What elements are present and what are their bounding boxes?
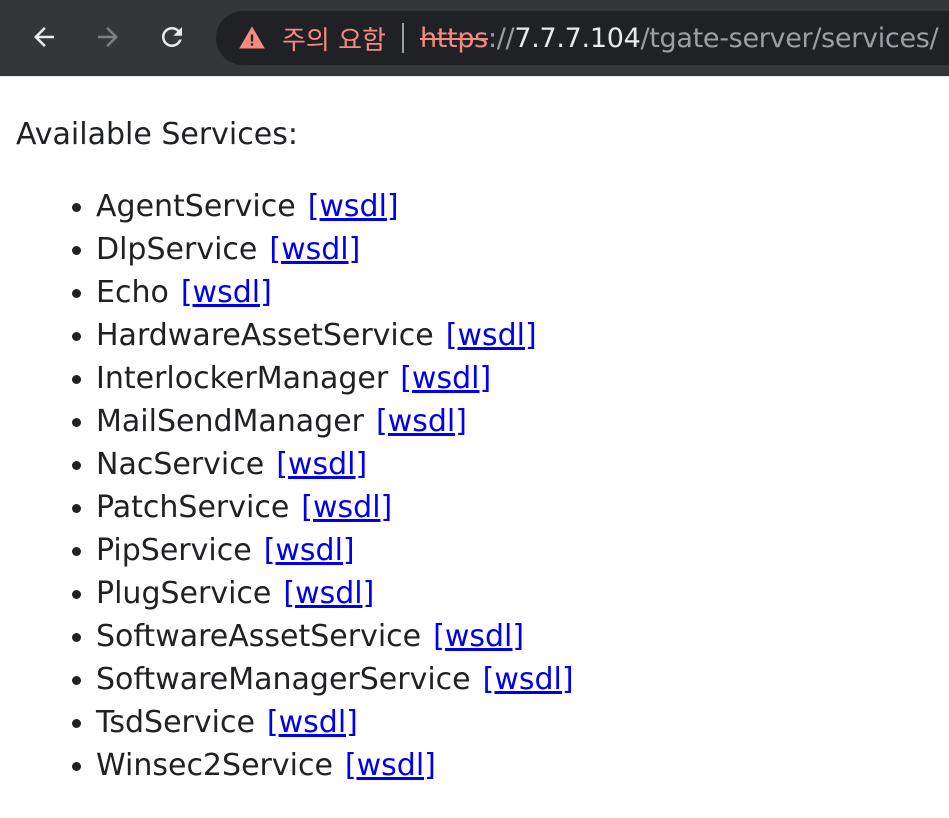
wsdl-link[interactable]: [wsdl] <box>264 533 355 568</box>
wsdl-link[interactable]: [wsdl] <box>400 361 491 396</box>
service-name: Winsec2Service <box>96 748 333 783</box>
wsdl-link[interactable]: [wsdl] <box>269 232 360 267</box>
wsdl-link[interactable]: [wsdl] <box>308 189 399 224</box>
wsdl-link[interactable]: [wsdl] <box>433 619 524 654</box>
service-name: PipService <box>96 533 252 568</box>
service-name: MailSendManager <box>96 404 364 439</box>
service-item: SoftwareAssetService [wsdl] <box>96 615 933 658</box>
service-name: PlugService <box>96 576 272 611</box>
services-list: AgentService [wsdl] DlpService [wsdl] Echo… <box>16 185 933 787</box>
wsdl-link[interactable]: [wsdl] <box>283 576 374 611</box>
service-name: TsdService <box>96 705 255 740</box>
wsdl-link[interactable]: [wsdl] <box>446 318 537 353</box>
service-name: NacService <box>96 447 265 482</box>
service-name: SoftwareManagerService <box>96 662 471 697</box>
service-name: SoftwareAssetService <box>96 619 422 654</box>
service-name: PatchService <box>96 490 290 525</box>
wsdl-link[interactable]: [wsdl] <box>376 404 467 439</box>
reload-button[interactable] <box>150 15 194 59</box>
service-item: DlpService [wsdl] <box>96 228 933 271</box>
service-name: InterlockerManager <box>96 361 389 396</box>
arrow-right-icon <box>98 27 118 47</box>
wsdl-link[interactable]: [wsdl] <box>301 490 392 525</box>
warning-triangle-icon <box>238 24 266 52</box>
service-name: AgentService <box>96 189 296 224</box>
wsdl-link[interactable]: [wsdl] <box>483 662 574 697</box>
service-name: Echo <box>96 275 169 310</box>
service-name: HardwareAssetService <box>96 318 434 353</box>
service-item: SoftwareManagerService [wsdl] <box>96 658 933 701</box>
service-item: HardwareAssetService [wsdl] <box>96 314 933 357</box>
url-host: 7.7.7.104 <box>514 22 641 54</box>
wsdl-link[interactable]: [wsdl] <box>345 748 436 783</box>
url-text[interactable]: https://7.7.7.104/tgate-server/services/ <box>419 22 939 54</box>
security-warning-label[interactable]: 주의 요함 <box>282 20 386 57</box>
url-scheme: https <box>419 22 488 54</box>
url-path: /tgate-server/services/ <box>640 22 939 54</box>
address-separator <box>401 23 404 53</box>
forward-button[interactable] <box>86 15 130 59</box>
service-item: NacService [wsdl] <box>96 443 933 486</box>
service-item: PlugService [wsdl] <box>96 572 933 615</box>
browser-toolbar: 주의 요함 https://7.7.7.104/tgate-server/ser… <box>0 0 949 77</box>
wsdl-link[interactable]: [wsdl] <box>181 275 272 310</box>
service-item: AgentService [wsdl] <box>96 185 933 228</box>
service-name: DlpService <box>96 232 258 267</box>
service-item: TsdService [wsdl] <box>96 701 933 744</box>
page-content: Available Services: AgentService [wsdl] D… <box>0 115 949 787</box>
service-item: PipService [wsdl] <box>96 529 933 572</box>
arrow-left-icon <box>34 27 54 47</box>
service-item: MailSendManager [wsdl] <box>96 400 933 443</box>
service-item: Echo [wsdl] <box>96 271 933 314</box>
back-button[interactable] <box>22 15 66 59</box>
service-item: InterlockerManager [wsdl] <box>96 357 933 400</box>
address-bar[interactable]: 주의 요함 https://7.7.7.104/tgate-server/ser… <box>216 11 949 65</box>
url-separator: :// <box>487 22 515 54</box>
service-item: PatchService [wsdl] <box>96 486 933 529</box>
page-heading: Available Services: <box>16 117 298 152</box>
service-item: Winsec2Service [wsdl] <box>96 744 933 787</box>
wsdl-link[interactable]: [wsdl] <box>276 447 367 482</box>
wsdl-link[interactable]: [wsdl] <box>267 705 358 740</box>
reload-icon <box>162 27 182 47</box>
